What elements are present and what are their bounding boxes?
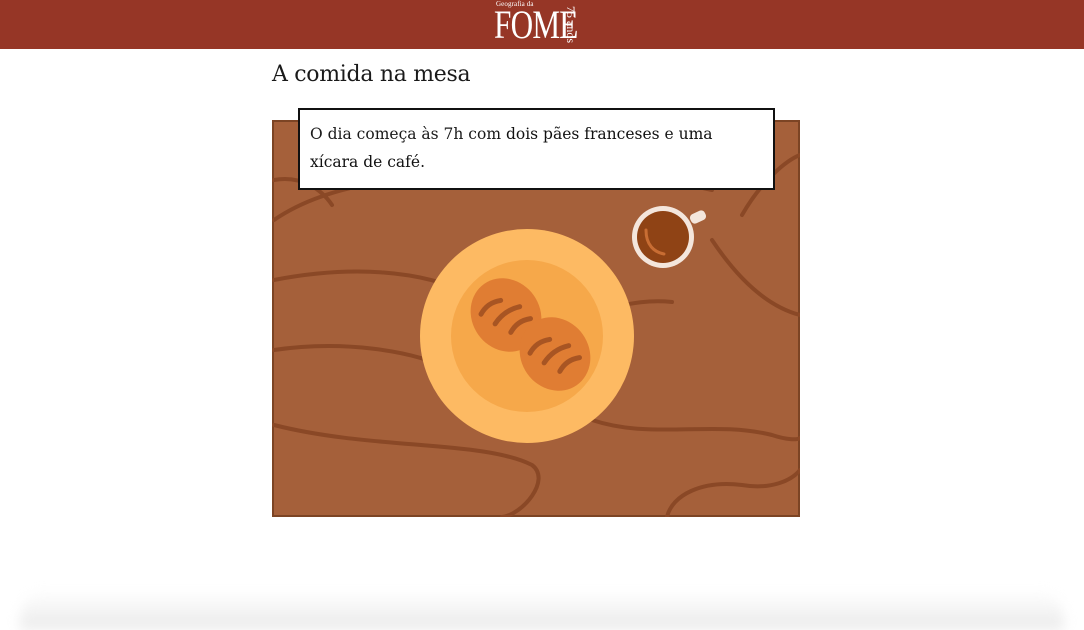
caption-highlight-bread: dois pães franceses (505, 125, 660, 143)
caption-text-3: . (420, 153, 425, 171)
page-title: A comida na mesa (272, 62, 471, 87)
logo-anniversary-text: 75 anos (564, 6, 578, 43)
top-header-bar: Geografia da FOME 75 anos (0, 0, 1084, 49)
site-logo[interactable]: Geografia da FOME 75 anos (492, 0, 580, 48)
story-caption-box: O dia começa às 7h com dois pães frances… (298, 108, 775, 190)
caption-text-1: O dia começa às 7h com (310, 125, 506, 143)
caption-text-2: e (659, 125, 679, 143)
bottom-fade (20, 590, 1064, 630)
